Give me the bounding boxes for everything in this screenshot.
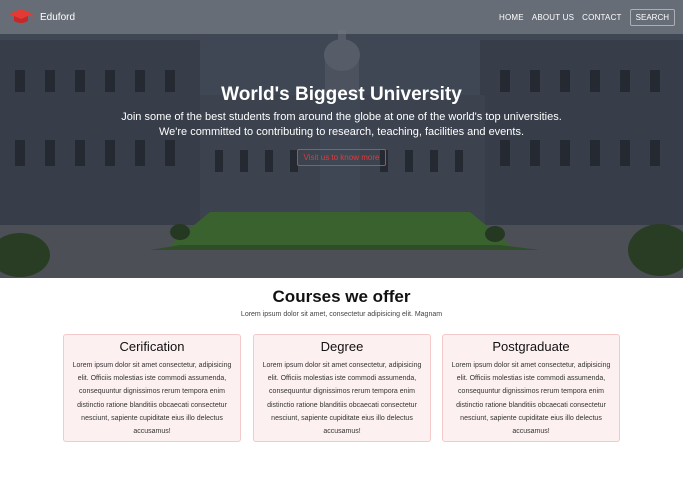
hero-subtitle-line-1: Join some of the best students from arou… [121, 111, 562, 123]
course-card-text: Lorem ipsum dolor sit amet consectetur, … [262, 362, 422, 436]
hero-section: Eduford HOME ABOUT US CONTACT SEARCH Wor… [0, 0, 683, 278]
graduation-cap-icon [9, 9, 33, 23]
nav-link-contact[interactable]: CONTACT [582, 13, 621, 22]
nav-links: HOME ABOUT US CONTACT SEARCH [499, 8, 675, 26]
courses-subtitle: Lorem ipsum dolor sit amet, consectetur … [240, 311, 443, 318]
course-card-degree: Degree Lorem ipsum dolor sit amet consec… [253, 334, 431, 442]
course-card-text: Lorem ipsum dolor sit amet consectetur, … [451, 362, 611, 436]
brand-name: Eduford [40, 11, 76, 23]
hero-text: World's Biggest University Join some of … [0, 84, 683, 166]
course-card-title: Cerification [119, 339, 185, 354]
course-card-title: Postgraduate [492, 339, 570, 354]
nav-link-about-us[interactable]: ABOUT US [532, 13, 574, 22]
hero-title: World's Biggest University [221, 84, 462, 105]
nav-link-home[interactable]: HOME [499, 13, 524, 22]
brand[interactable]: Eduford [8, 7, 75, 27]
hero-subtitle-line-2: We're committed to contributing to resea… [158, 126, 525, 138]
navbar: Eduford HOME ABOUT US CONTACT SEARCH [0, 0, 683, 34]
visit-us-button[interactable]: Visit us to know more [296, 149, 387, 166]
courses-title: Courses we offer [272, 287, 411, 306]
course-card-title: Degree [320, 339, 364, 354]
course-card-certification: Cerification Lorem ipsum dolor sit amet … [63, 334, 241, 442]
course-card-postgraduate: Postgraduate Lorem ipsum dolor sit amet … [442, 334, 620, 442]
search-button[interactable]: SEARCH [629, 8, 675, 26]
course-card-text: Lorem ipsum dolor sit amet consectetur, … [72, 362, 232, 436]
